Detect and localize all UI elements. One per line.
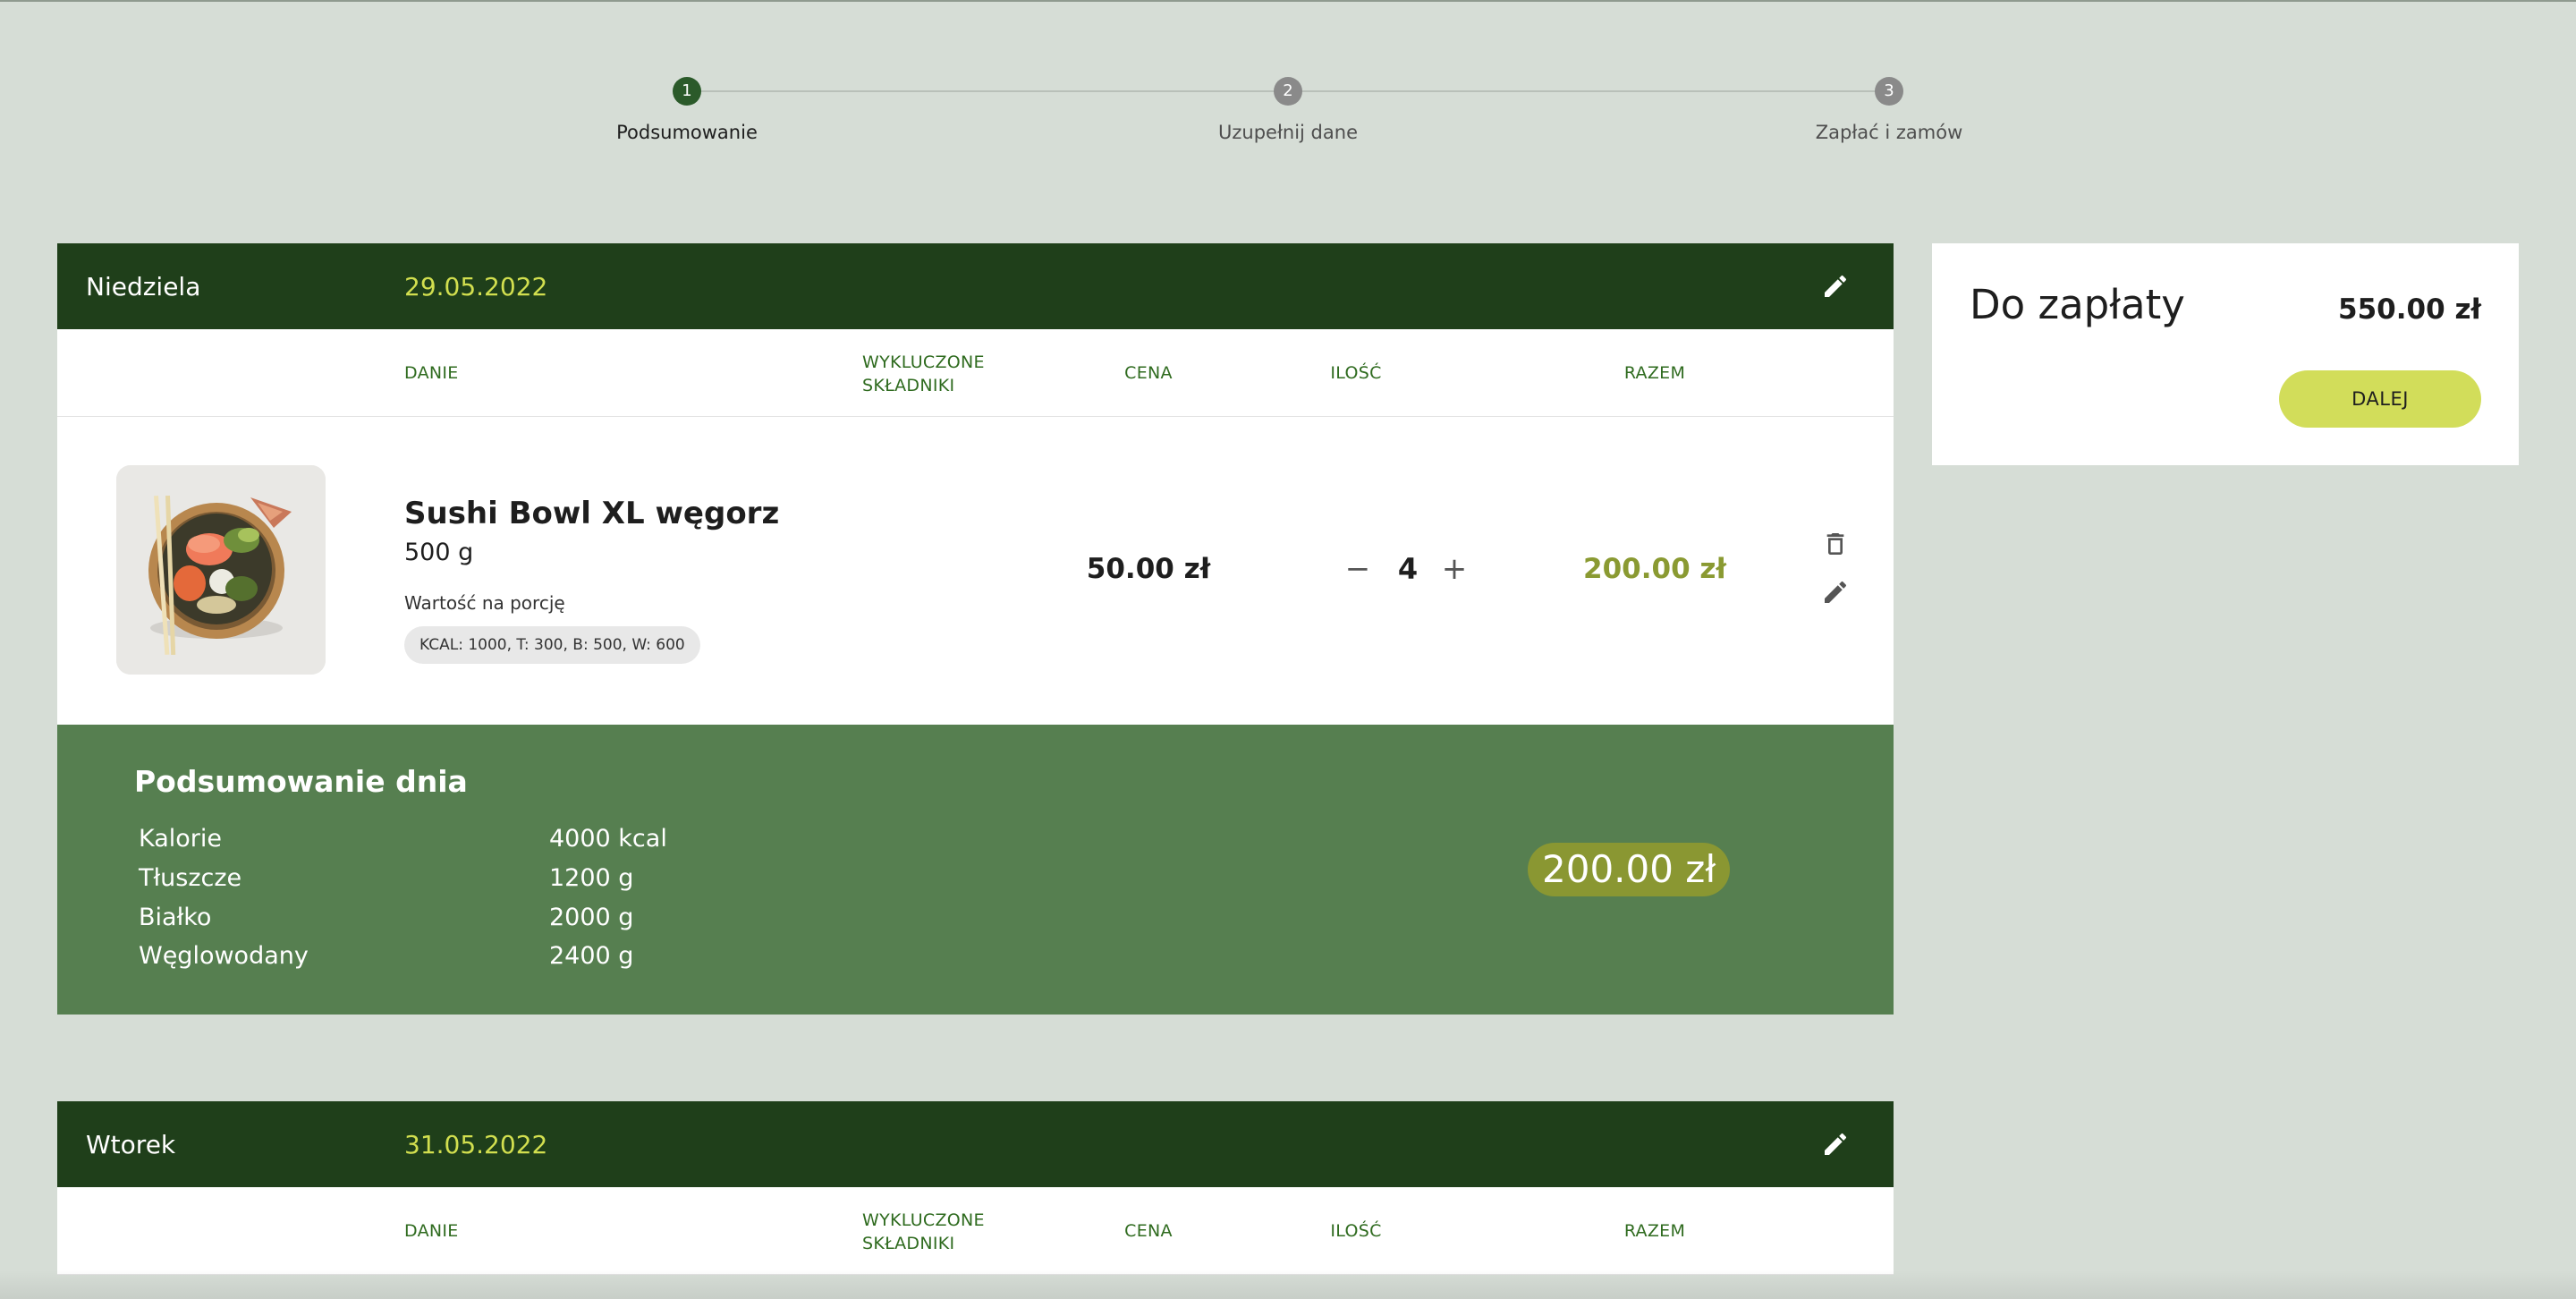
summary-value: 1200 g (549, 864, 634, 892)
day-name: Wtorek (86, 1129, 176, 1159)
dish-name: Sushi Bowl XL węgorz (404, 496, 780, 531)
col-excluded: WYKLUCZONE SKŁADNIKI (862, 351, 1041, 397)
summary-label: Węglowodany (139, 942, 309, 970)
col-excluded-line1: WYKLUCZONE (862, 1210, 985, 1230)
payment-panel: Do zapłaty 550.00 zł DALEJ (1932, 243, 2519, 465)
pencil-icon[interactable] (1821, 578, 1850, 607)
step-label: Uzupełnij dane (1217, 122, 1358, 143)
dish-image (116, 465, 326, 675)
step-summary[interactable]: 1 Podsumowanie (553, 77, 821, 143)
dish-price: 50.00 zł (1086, 553, 1211, 585)
col-excluded-line2: SKŁADNIKI (862, 1234, 955, 1253)
bottom-shadow (0, 1270, 2576, 1299)
next-button[interactable]: DALEJ (2279, 370, 2481, 428)
payment-amount: 550.00 zł (2338, 293, 2481, 326)
summary-label: Kalorie (139, 825, 223, 853)
day-date: 29.05.2022 (404, 271, 548, 301)
day-total-badge: 200.00 zł (1528, 843, 1731, 896)
col-price: CENA (1124, 363, 1173, 383)
step-label: Zapłać i zamów (1815, 122, 1963, 143)
item-total: 200.00 zł (1583, 553, 1726, 585)
sushi-bowl-illustration (116, 465, 326, 675)
col-dishes: DANIE (404, 1221, 459, 1241)
dish-weight: 500 g (404, 539, 474, 566)
minus-icon[interactable]: − (1338, 551, 1377, 587)
plus-icon[interactable]: + (1435, 551, 1474, 587)
day-name: Niedziela (86, 271, 201, 301)
day-card: Wtorek 31.05.2022 DANIE WYKLUCZONE SKŁAD… (57, 1101, 1894, 1275)
pencil-icon[interactable] (1821, 272, 1850, 301)
summary-value: 2000 g (549, 904, 634, 931)
summary-label: Białko (139, 904, 212, 931)
col-excluded: WYKLUCZONE SKŁADNIKI (862, 1209, 1041, 1255)
pencil-icon[interactable] (1821, 1130, 1850, 1159)
col-quantity: ILOŚĆ (1330, 363, 1382, 383)
col-price: CENA (1124, 1221, 1173, 1241)
day-card: Niedziela 29.05.2022 DANIE WYKLUCZONE SK… (57, 243, 1894, 1015)
summary-value: 2400 g (549, 942, 634, 970)
col-excluded-line2: SKŁADNIKI (862, 376, 955, 395)
nutrition-chip: KCAL: 1000, T: 300, B: 500, W: 600 (404, 626, 700, 664)
col-dishes: DANIE (404, 363, 459, 383)
step-pay[interactable]: 3 Zapłać i zamów (1755, 77, 2023, 143)
nutrition-label: Wartość na porcję (404, 592, 565, 614)
day-summary: Podsumowanie dnia Kalorie 4000 kcal Tłus… (57, 725, 1894, 1015)
step-number: 2 (1274, 77, 1302, 106)
summary-title: Podsumowanie dnia (134, 764, 468, 799)
col-total: RAZEM (1623, 1221, 1686, 1241)
checkout-stepper: 1 Podsumowanie 2 Uzupełnij dane 3 Zapłać… (0, 0, 2576, 179)
col-total: RAZEM (1623, 363, 1686, 383)
step-details[interactable]: 2 Uzupełnij dane (1154, 77, 1422, 143)
summary-value: 4000 kcal (549, 825, 667, 853)
col-excluded-line1: WYKLUCZONE (862, 352, 985, 372)
day-header: Wtorek 31.05.2022 (57, 1101, 1894, 1187)
step-number: 1 (673, 77, 701, 106)
day-date: 31.05.2022 (404, 1129, 548, 1159)
quantity-value: 4 (1397, 552, 1419, 586)
day-header: Niedziela 29.05.2022 (57, 243, 1894, 329)
column-headers: DANIE WYKLUCZONE SKŁADNIKI CENA ILOŚĆ RA… (57, 1187, 1894, 1275)
summary-label: Tłuszcze (139, 864, 242, 892)
trash-icon[interactable] (1821, 530, 1850, 558)
col-quantity: ILOŚĆ (1330, 1221, 1382, 1241)
step-number: 3 (1875, 77, 1903, 106)
payment-title: Do zapłaty (1970, 281, 2185, 328)
order-item: Sushi Bowl XL węgorz 500 g Wartość na po… (57, 417, 1894, 725)
step-label: Podsumowanie (616, 122, 758, 143)
column-headers: DANIE WYKLUCZONE SKŁADNIKI CENA ILOŚĆ RA… (57, 329, 1894, 417)
